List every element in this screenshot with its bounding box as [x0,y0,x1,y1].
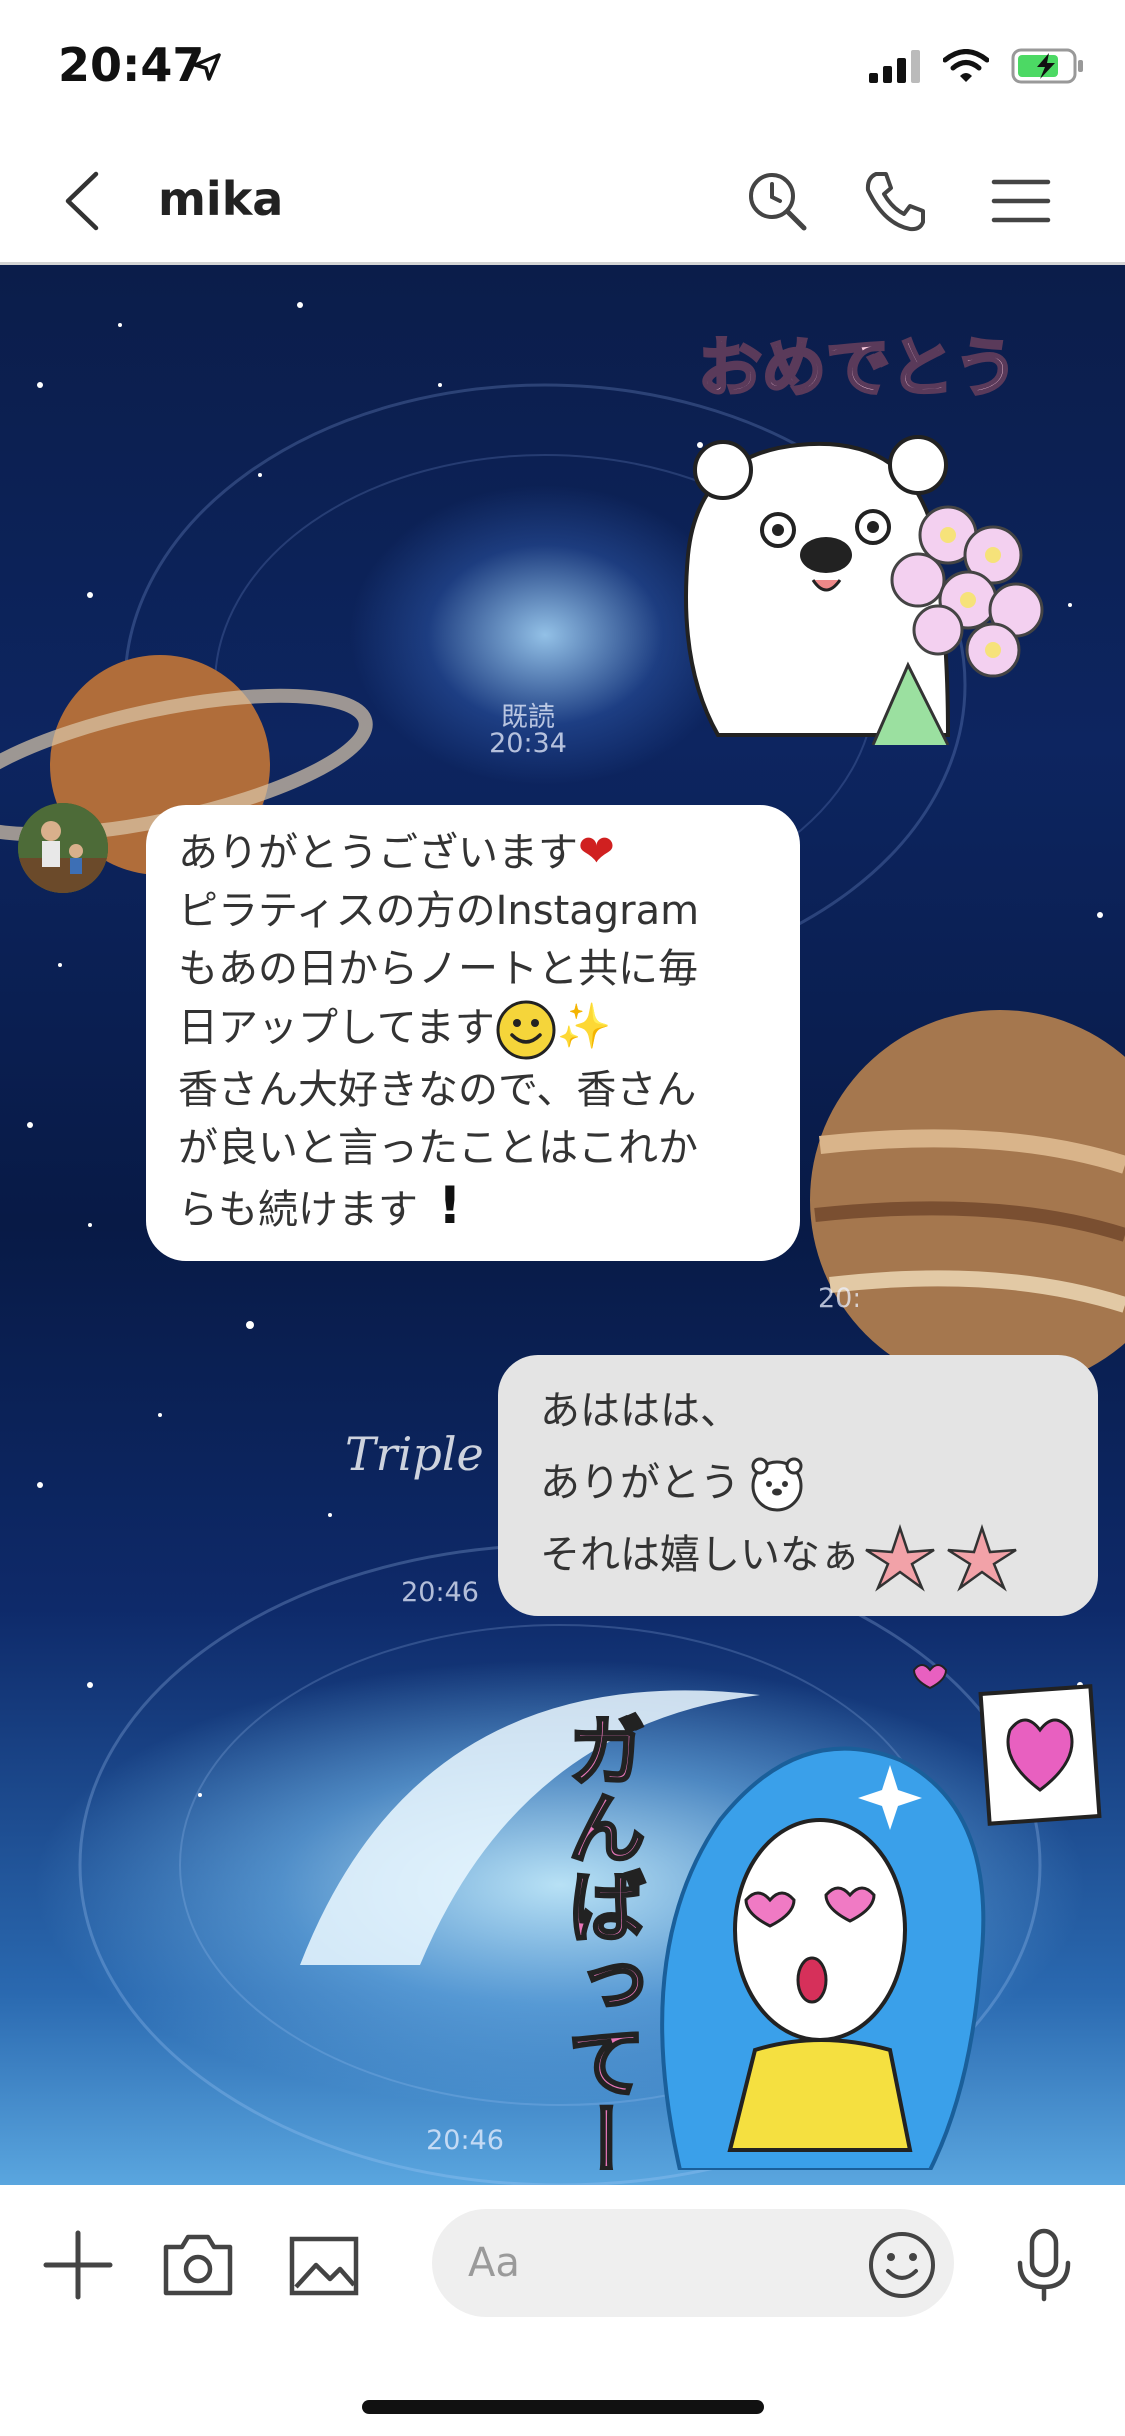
microphone-icon[interactable] [1006,2227,1082,2303]
svg-text:ガんばってー: ガんばってー [555,1710,645,2170]
contact-avatar[interactable] [18,803,108,893]
battery-charging-icon [1011,48,1083,84]
message-time: 20:34 [489,728,567,759]
reply-time: 20:46 [401,1577,479,1608]
message-line: 香さん大好きなので、香さん [178,1067,697,1113]
back-arrow-icon[interactable] [52,166,122,236]
message-line: 日アップしてます ✨ [178,998,768,1061]
status-bar: 20:47 [0,0,1125,140]
svg-text:おめでとう: おめでとう [698,332,1018,406]
wifi-icon [943,49,989,82]
message-line: それは嬉しいなぁ [540,1519,1068,1592]
exclamation-icon: ! [438,1176,462,1236]
chat-title: mika [158,172,284,226]
starfish-emoji-icon [860,1522,1028,1592]
message-line: もあの日からノートと共に毎 [178,946,698,992]
message-line: ピラティスの方のInstagram [178,888,700,934]
received-time: 20: [818,1283,858,1314]
search-icon[interactable] [744,168,810,234]
message-line: あははは、 [540,1388,740,1434]
phone-icon[interactable] [862,168,928,234]
location-arrow-icon [193,53,221,81]
message-line: ありがとう [540,1447,1068,1519]
sticker-time: 20:46 [426,2125,504,2156]
camera-icon[interactable] [160,2227,236,2303]
chat-header: mika [0,140,1125,265]
plus-icon[interactable] [40,2227,116,2303]
status-icons [869,48,1085,84]
red-heart-icon: ❤ [578,826,615,877]
smiley-icon [495,999,557,1061]
congrats-bear-sticker[interactable]: おめでとう [648,305,1068,745]
message-line: ありがとうございます❤ [178,826,615,877]
emoji-icon[interactable] [866,2229,938,2301]
chat-area[interactable]: Triple S おめでとう 既読 20:34 ありがとうございます❤ ピラティ… [0,265,1125,2185]
image-icon[interactable] [286,2227,362,2303]
sent-message-bubble[interactable]: あははは、 ありがとう それは嬉しいなぁ [498,1355,1098,1616]
message-line: らも続けます! [178,1176,462,1236]
input-placeholder: Aa [468,2240,520,2286]
sparkle-icon: ✨ [556,1001,612,1052]
bear-emoji-icon [740,1454,814,1516]
status-time: 20:47 [58,38,205,92]
received-message-bubble[interactable]: ありがとうございます❤ ピラティスの方のInstagram もあの日からノートと… [146,805,800,1261]
message-line: が良いと言ったことはこれか [178,1125,698,1171]
avatar-photo [18,803,108,893]
input-bar: Aa [0,2185,1125,2436]
ganbatte-girl-sticker[interactable]: ガんばってー [530,1650,1105,2170]
menu-icon[interactable] [988,168,1054,234]
home-indicator[interactable] [362,2400,764,2414]
cellular-signal-icon [869,50,920,83]
